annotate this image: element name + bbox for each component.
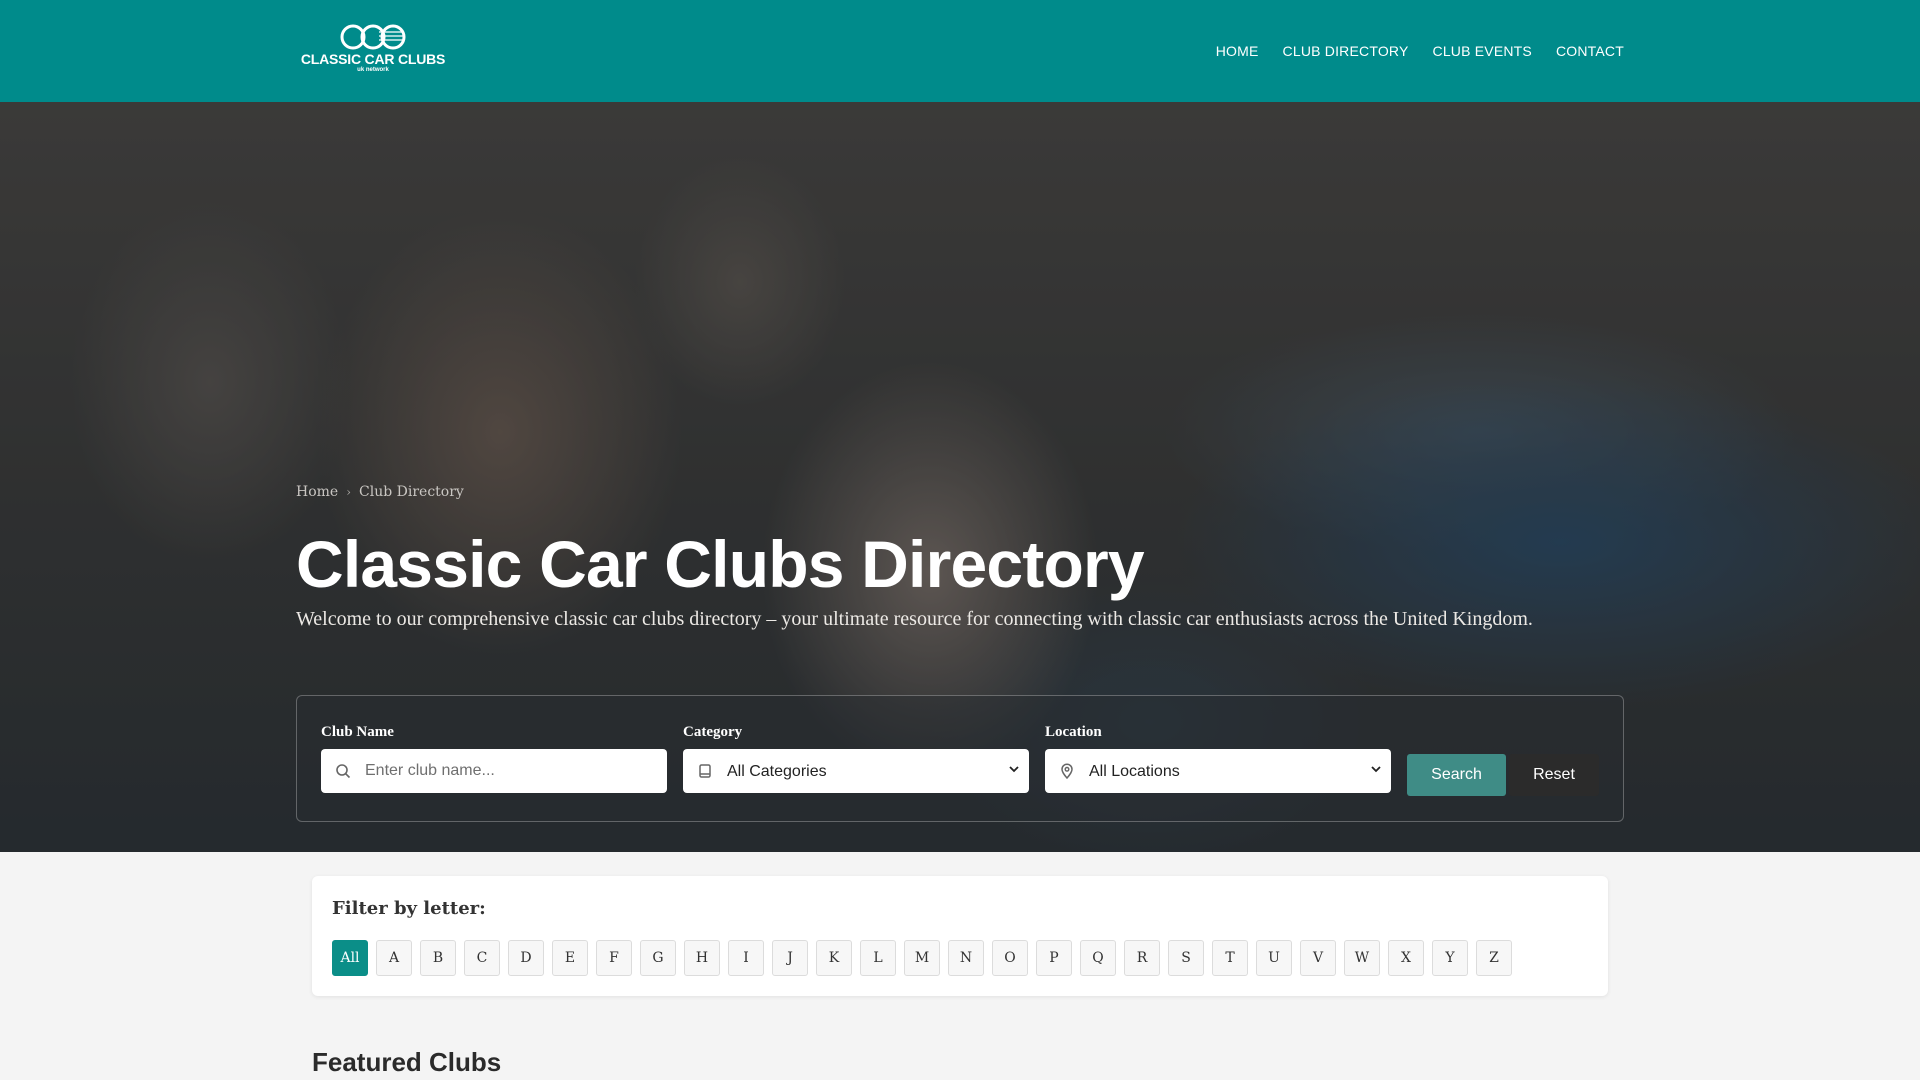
book-icon bbox=[699, 764, 711, 778]
letter-filter-r[interactable]: R bbox=[1124, 940, 1160, 976]
site-header: CLASSIC CAR CLUBS uk network HOME CLUB D… bbox=[0, 0, 1920, 102]
breadcrumb-home[interactable]: Home bbox=[296, 484, 338, 500]
letter-filter-y[interactable]: Y bbox=[1432, 940, 1468, 976]
letter-filter-d[interactable]: D bbox=[508, 940, 544, 976]
letter-filter-buttons: All A B C D E F G H I J K L M N O P Q R S T U V W X Y Z bbox=[332, 940, 1512, 976]
letter-filter-z[interactable]: Z bbox=[1476, 940, 1512, 976]
letter-filter-x[interactable]: X bbox=[1388, 940, 1424, 976]
logo-rings-icon bbox=[340, 24, 406, 50]
search-icon bbox=[336, 764, 351, 779]
club-name-box bbox=[321, 749, 667, 793]
category-field: Category All Categories bbox=[683, 724, 1029, 793]
nav-club-directory[interactable]: CLUB DIRECTORY bbox=[1283, 43, 1409, 59]
logo-text: CLASSIC CAR CLUBS bbox=[300, 51, 446, 67]
main-nav: HOME CLUB DIRECTORY CLUB EVENTS CONTACT bbox=[1216, 0, 1624, 102]
location-field: Location All Locations bbox=[1045, 724, 1391, 793]
letter-filter-b[interactable]: B bbox=[420, 940, 456, 976]
letter-filter-k[interactable]: K bbox=[816, 940, 852, 976]
letter-filter-q[interactable]: Q bbox=[1080, 940, 1116, 976]
letter-filter-title: Filter by letter: bbox=[332, 898, 486, 919]
letter-filter-p[interactable]: P bbox=[1036, 940, 1072, 976]
category-box: All Categories bbox=[683, 749, 1029, 793]
nav-club-events[interactable]: CLUB EVENTS bbox=[1433, 43, 1532, 59]
search-button[interactable]: Search bbox=[1407, 754, 1506, 796]
letter-filter-card: Filter by letter: All A B C D E F G H I J K L M N O P Q R S… bbox=[312, 876, 1608, 996]
letter-filter-n[interactable]: N bbox=[948, 940, 984, 976]
letter-filter-e[interactable]: E bbox=[552, 940, 588, 976]
letter-filter-h[interactable]: H bbox=[684, 940, 720, 976]
breadcrumb: Home › Club Directory bbox=[296, 484, 464, 500]
club-name-label: Club Name bbox=[321, 724, 394, 740]
search-panel: Club Name Category A bbox=[296, 695, 1624, 822]
breadcrumb-current: Club Directory bbox=[359, 484, 464, 500]
letter-filter-t[interactable]: T bbox=[1212, 940, 1248, 976]
letter-filter-c[interactable]: C bbox=[464, 940, 500, 976]
nav-contact[interactable]: CONTACT bbox=[1556, 43, 1624, 59]
site-logo[interactable]: CLASSIC CAR CLUBS uk network bbox=[300, 22, 446, 80]
letter-filter-g[interactable]: G bbox=[640, 940, 676, 976]
letter-filter-a[interactable]: A bbox=[376, 940, 412, 976]
category-label: Category bbox=[683, 724, 743, 740]
location-select[interactable]: All Locations bbox=[1089, 749, 1391, 793]
club-name-field: Club Name bbox=[321, 724, 667, 793]
letter-filter-w[interactable]: W bbox=[1344, 940, 1380, 976]
intro-text: Welcome to our comprehensive classic car… bbox=[296, 608, 1533, 630]
hero-banner: Home › Club Directory Classic Car Clubs … bbox=[0, 102, 1920, 852]
letter-filter-all[interactable]: All bbox=[332, 940, 368, 976]
letter-filter-m[interactable]: M bbox=[904, 940, 940, 976]
hero-content: Home › Club Directory Classic Car Clubs … bbox=[296, 102, 1624, 852]
club-name-input[interactable] bbox=[365, 749, 667, 793]
map-pin-icon bbox=[1061, 763, 1073, 779]
letter-filter-l[interactable]: L bbox=[860, 940, 896, 976]
location-label: Location bbox=[1045, 724, 1102, 740]
letter-filter-u[interactable]: U bbox=[1256, 940, 1292, 976]
letter-filter-i[interactable]: I bbox=[728, 940, 764, 976]
letter-filter-o[interactable]: O bbox=[992, 940, 1028, 976]
letter-filter-f[interactable]: F bbox=[596, 940, 632, 976]
letter-filter-v[interactable]: V bbox=[1300, 940, 1336, 976]
reset-button[interactable]: Reset bbox=[1509, 754, 1599, 796]
breadcrumb-separator-icon: › bbox=[346, 485, 352, 499]
nav-home[interactable]: HOME bbox=[1216, 43, 1259, 59]
logo-tagline: uk network bbox=[357, 67, 389, 73]
page-title: Classic Car Clubs Directory bbox=[296, 527, 1145, 601]
letter-filter-s[interactable]: S bbox=[1168, 940, 1204, 976]
category-select[interactable]: All Categories bbox=[727, 749, 1029, 793]
letter-filter-j[interactable]: J bbox=[772, 940, 808, 976]
featured-clubs-heading: Featured Clubs bbox=[312, 1047, 502, 1077]
location-box: All Locations bbox=[1045, 749, 1391, 793]
